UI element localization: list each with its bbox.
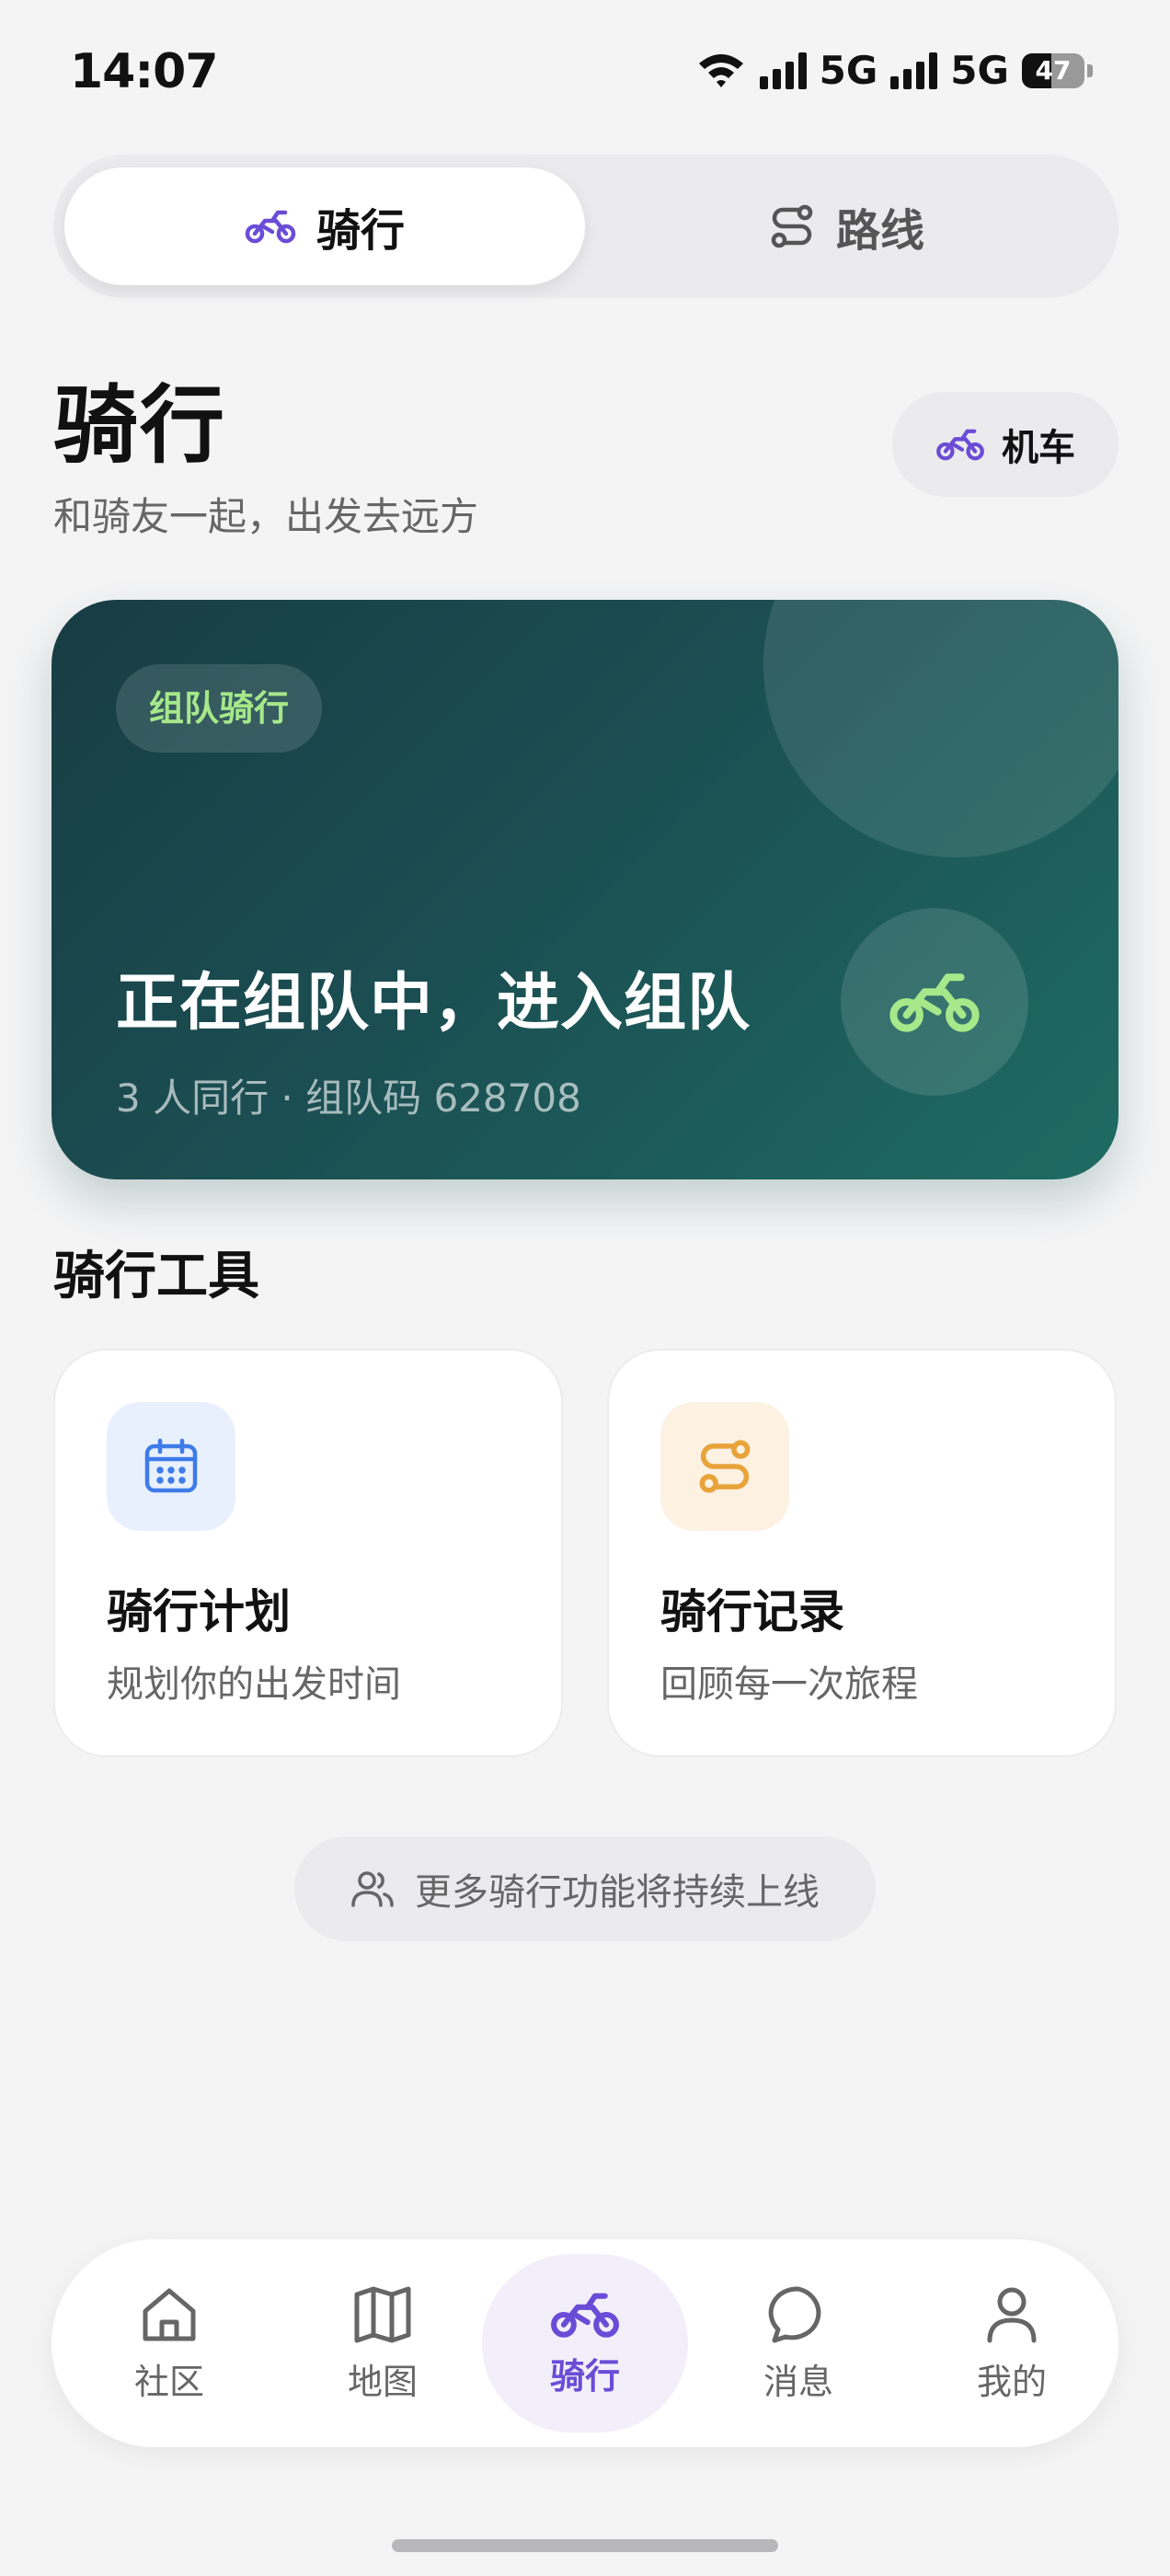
motorbike-icon: [889, 973, 980, 1032]
team-ride-card[interactable]: 组队骑行 正在组队中，进入组队 3 人同行 · 组队码 628708: [52, 600, 1118, 1179]
motorbike-icon: [936, 429, 984, 461]
battery-icon: 47: [1022, 52, 1093, 88]
nav-label-profile: 我的: [976, 2361, 1047, 2402]
signal-icon: [890, 52, 938, 89]
motorbike-icon: [245, 210, 296, 244]
battery-level: 47: [1035, 54, 1072, 86]
vehicle-type-label: 机车: [1002, 427, 1075, 469]
ride-record-desc: 回顾每一次旅程: [660, 1663, 918, 1706]
calendar-icon: [144, 1438, 198, 1493]
nav-item-community[interactable]: 社区: [63, 2239, 276, 2447]
wifi-icon: [698, 53, 743, 87]
page-title: 骑行: [53, 376, 227, 475]
bottom-nav: 社区 地图 骑行 消息 我的: [52, 2239, 1118, 2447]
ride-plan-icon-box: [107, 1402, 235, 1531]
ride-record-title: 骑行记录: [660, 1585, 844, 1639]
home-indicator[interactable]: [392, 2539, 778, 2552]
nav-item-riding[interactable]: 骑行: [478, 2239, 692, 2447]
route-icon: [771, 204, 813, 248]
nav-item-map[interactable]: 地图: [276, 2239, 489, 2447]
team-ride-title: 正在组队中，进入组队: [116, 967, 751, 1040]
nav-label-community: 社区: [133, 2361, 204, 2402]
motorbike-icon: [551, 2293, 619, 2338]
vehicle-type-chip[interactable]: 机车: [892, 392, 1118, 497]
message-icon: [768, 2285, 821, 2342]
user-icon: [987, 2287, 1037, 2342]
nav-label-messages: 消息: [763, 2361, 833, 2402]
nav-item-messages[interactable]: 消息: [692, 2239, 905, 2447]
ride-record-icon-box: [660, 1402, 789, 1531]
tools-section-title: 骑行工具: [53, 1247, 259, 1306]
status-icons: 5G 5G 47: [695, 48, 1093, 93]
nav-label-map: 地图: [347, 2361, 418, 2402]
status-time: 14:07: [70, 44, 219, 99]
page-subtitle: 和骑友一起，出发去远方: [53, 494, 479, 539]
ride-record-card[interactable]: 骑行记录 回顾每一次旅程: [607, 1349, 1117, 1757]
network-label-1: 5G: [819, 48, 878, 93]
home-icon: [143, 2288, 196, 2340]
tab-riding-label: 骑行: [315, 205, 405, 257]
network-label-2: 5G: [950, 48, 1009, 93]
tab-riding[interactable]: 骑行: [64, 167, 585, 285]
team-ride-badge: 组队骑行: [116, 664, 323, 753]
nav-item-profile[interactable]: 我的: [905, 2239, 1118, 2447]
map-icon: [354, 2286, 411, 2342]
ride-plan-title: 骑行计划: [107, 1585, 291, 1639]
signal-icon: [759, 52, 807, 89]
more-features-text: 更多骑行功能将持续上线: [415, 1871, 820, 1914]
route-icon: [699, 1440, 751, 1493]
nav-label-riding: 骑行: [549, 2355, 620, 2397]
team-ride-subtitle: 3 人同行 · 组队码 628708: [116, 1075, 581, 1121]
users-icon: [351, 1871, 394, 1907]
team-ride-icon-circle: [841, 908, 1028, 1096]
decorative-circle: [763, 600, 1118, 857]
tab-route[interactable]: 路线: [585, 167, 1107, 285]
ride-plan-desc: 规划你的出发时间: [107, 1663, 401, 1706]
ride-plan-card[interactable]: 骑行计划 规划你的出发时间: [53, 1349, 563, 1757]
more-features-notice: 更多骑行功能将持续上线: [294, 1836, 876, 1941]
tab-route-label: 路线: [835, 205, 924, 257]
